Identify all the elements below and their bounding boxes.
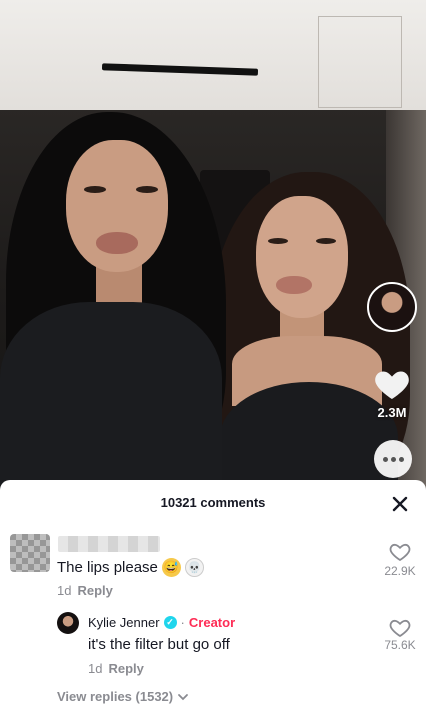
comments-count-title: 10321 comments xyxy=(160,495,266,510)
creator-username[interactable]: Kylie Jenner xyxy=(88,615,160,630)
creator-reply-like-count: 75.6K xyxy=(384,638,416,652)
creator-reply-header: Kylie Jenner ✓ · Creator xyxy=(88,615,235,630)
comment-icon xyxy=(390,456,396,462)
laughing-emoji-icon: 😅 xyxy=(161,558,181,577)
commenter-username-redacted[interactable] xyxy=(58,536,160,552)
person-2-eye xyxy=(268,238,288,244)
comments-sheet: 10321 comments The lips please 😅 💀 1d Rep… xyxy=(0,480,426,718)
comment-button[interactable] xyxy=(374,440,412,478)
creator-reply-age: 1d xyxy=(88,661,103,676)
creator-reply-meta: 1d Reply xyxy=(88,661,144,676)
separator-dot: · xyxy=(180,615,185,630)
creator-avatar-button[interactable] xyxy=(367,282,417,332)
reply-button[interactable]: Reply xyxy=(108,661,143,676)
person-2-eye xyxy=(316,238,336,244)
verified-badge-icon: ✓ xyxy=(163,616,177,629)
person-1-top xyxy=(0,302,222,490)
comment-text-label: The lips please xyxy=(57,559,158,576)
person-2-lips xyxy=(276,276,312,294)
ceiling-panel xyxy=(318,16,402,108)
commenter-avatar[interactable] xyxy=(10,534,50,572)
comment-like-button[interactable] xyxy=(388,540,412,562)
creator-reply-like-button[interactable] xyxy=(388,616,412,638)
creator-reply-avatar[interactable] xyxy=(57,612,79,634)
person-1-eye xyxy=(84,186,106,193)
person-1-lips xyxy=(96,232,138,254)
like-button[interactable] xyxy=(372,364,412,404)
comment-age: 1d xyxy=(57,583,72,598)
heart-icon xyxy=(375,371,409,399)
view-replies-button[interactable]: View replies (1532) xyxy=(57,689,189,704)
view-replies-label: View replies (1532) xyxy=(57,689,174,704)
creator-reply-text: it's the filter but go off xyxy=(88,636,230,653)
close-icon xyxy=(392,496,408,512)
close-button[interactable] xyxy=(386,492,414,516)
person-2-face xyxy=(256,196,348,318)
like-count: 2.3M xyxy=(377,405,407,420)
comment-icon xyxy=(398,456,404,462)
person-1-eye xyxy=(136,186,158,193)
comment-icon xyxy=(382,456,388,462)
comment-like-count: 22.9K xyxy=(384,564,416,578)
skull-emoji-icon: 💀 xyxy=(184,558,204,577)
comment-text: The lips please 😅 💀 xyxy=(57,558,204,577)
chevron-down-icon xyxy=(178,693,189,700)
heart-icon xyxy=(389,543,411,562)
reply-button[interactable]: Reply xyxy=(77,583,112,598)
comment-meta: 1d Reply xyxy=(57,583,113,598)
creator-badge: Creator xyxy=(188,615,236,630)
heart-icon xyxy=(389,619,411,638)
